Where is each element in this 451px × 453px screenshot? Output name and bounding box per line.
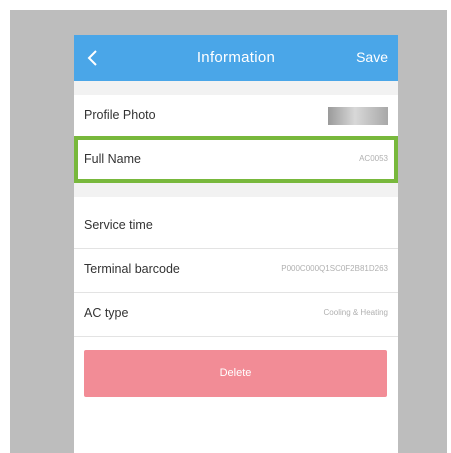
save-button[interactable]: Save xyxy=(356,49,388,65)
terminal-barcode-label: Terminal barcode xyxy=(84,262,180,276)
service-time-row[interactable]: Service time xyxy=(74,205,398,249)
ac-type-label: AC type xyxy=(84,306,129,320)
full-name-row[interactable]: Full Name AC0053 xyxy=(74,139,398,183)
terminal-barcode-row[interactable]: Terminal barcode P000C000Q1SC0F2B81D263 xyxy=(74,249,398,293)
delete-button[interactable]: Delete xyxy=(84,350,387,397)
full-name-label: Full Name xyxy=(84,152,141,166)
section-gap xyxy=(74,81,398,95)
full-name-value: AC0053 xyxy=(359,154,388,163)
profile-photo-label: Profile Photo xyxy=(84,108,156,122)
profile-photo-row[interactable]: Profile Photo xyxy=(74,95,398,139)
ac-type-row[interactable]: AC type Cooling & Heating xyxy=(74,293,398,337)
phone-screen: Information Save Profile Photo Full Name… xyxy=(74,35,398,453)
terminal-barcode-value: P000C000Q1SC0F2B81D263 xyxy=(281,264,388,273)
profile-photo-thumbnail[interactable] xyxy=(328,107,388,125)
back-button[interactable] xyxy=(84,46,106,70)
chevron-left-icon xyxy=(87,50,97,66)
page-title: Information xyxy=(196,49,276,66)
service-time-label: Service time xyxy=(84,218,153,232)
section-gap xyxy=(74,183,398,197)
ac-type-value: Cooling & Heating xyxy=(323,308,388,317)
top-navigation-bar: Information Save xyxy=(74,35,398,81)
